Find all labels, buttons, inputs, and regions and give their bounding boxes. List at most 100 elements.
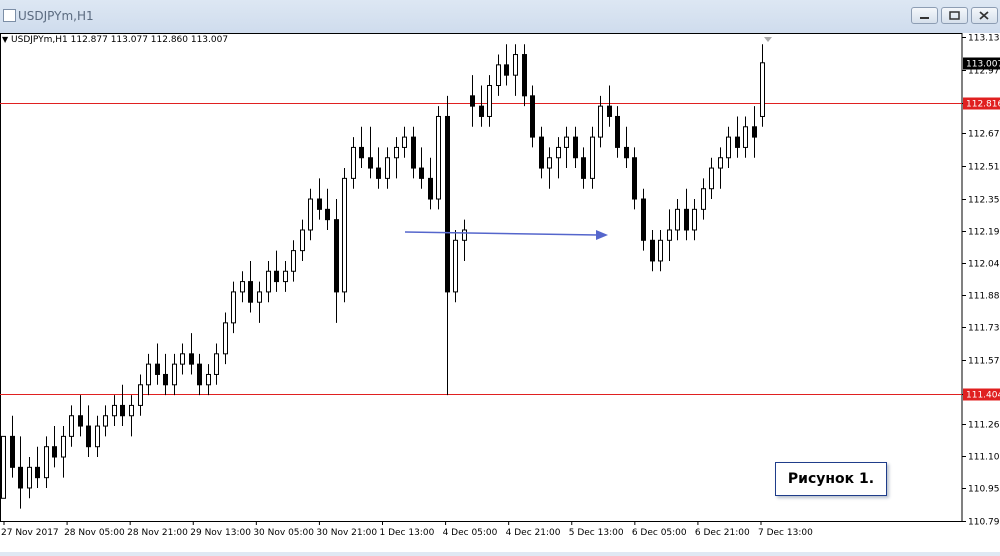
y-tick-label: 111.885 xyxy=(968,292,1000,302)
y-tick-label: 112.670 xyxy=(968,130,1000,140)
candle-bear xyxy=(35,466,40,479)
candle-bear xyxy=(684,208,689,231)
candle-bear xyxy=(197,363,202,386)
candle-bear xyxy=(10,435,15,468)
candle-bear xyxy=(376,167,381,179)
candle-bull xyxy=(547,157,552,169)
candle-bull xyxy=(44,446,49,479)
candle-bull xyxy=(214,353,219,375)
candle-bull xyxy=(385,157,390,179)
restore-button[interactable] xyxy=(941,7,968,24)
candle-bull xyxy=(394,146,399,159)
candle-bull xyxy=(223,322,228,355)
candle-bear xyxy=(470,95,475,107)
candle-bear xyxy=(504,64,509,76)
level-price-label: 112.816 xyxy=(966,100,1000,110)
candle-bull xyxy=(351,146,356,179)
candle-bull xyxy=(709,167,714,190)
x-tick-label: 4 Dec 21:00 xyxy=(506,528,561,538)
candle-bear xyxy=(479,105,484,117)
candle-bull xyxy=(61,435,66,458)
candle-bear xyxy=(735,136,740,148)
level-price-label: 111.404 xyxy=(966,391,1000,401)
chart-area[interactable]: 113.135112.975112.816112.670112.510112.3… xyxy=(0,33,1000,552)
y-tick-label: 113.135 xyxy=(968,34,1000,44)
figure-label-box: Рисунок 1. xyxy=(775,462,887,496)
candle-bull xyxy=(436,115,441,200)
candle-bull xyxy=(103,415,108,427)
candle-bull xyxy=(590,136,595,179)
candle-bull xyxy=(598,105,603,138)
y-tick-label: 112.195 xyxy=(968,228,1000,238)
candle-bull xyxy=(206,373,211,386)
x-tick-label: 1 Dec 13:00 xyxy=(380,528,435,538)
x-tick-label: 4 Dec 05:00 xyxy=(443,528,498,538)
candle-bear xyxy=(163,373,168,386)
dropdown-triangle-icon[interactable]: ▼ xyxy=(2,35,8,44)
candle-bear xyxy=(317,198,322,210)
x-tick-label: 28 Nov 21:00 xyxy=(127,528,188,538)
candle-bear xyxy=(120,404,125,417)
candle-bear xyxy=(650,239,655,262)
x-tick-label: 27 Nov 2017 xyxy=(1,528,59,538)
candle-bull xyxy=(453,239,458,293)
candle-bull xyxy=(129,404,134,417)
window-titlebar: USDJPYm,H1 xyxy=(0,0,1000,33)
candle-bull xyxy=(308,198,313,231)
candle-bull xyxy=(1,435,6,499)
candle-bear xyxy=(445,115,450,293)
candle-bull xyxy=(240,281,245,293)
candle-bull xyxy=(300,229,305,252)
window-title: USDJPYm,H1 xyxy=(18,9,94,23)
y-tick-label: 111.105 xyxy=(968,453,1000,463)
candle-bull xyxy=(726,136,731,159)
candle-bear xyxy=(632,157,637,200)
candle-bull xyxy=(743,126,748,148)
close-icon xyxy=(979,11,989,20)
minimize-icon xyxy=(920,17,929,19)
y-tick-label: 111.730 xyxy=(968,324,1000,334)
x-tick-label: 6 Dec 21:00 xyxy=(695,528,750,538)
close-button[interactable] xyxy=(971,7,998,24)
figure-label: Рисунок 1. xyxy=(787,471,875,487)
x-tick-label: 30 Nov 05:00 xyxy=(253,528,314,538)
candle-bull xyxy=(462,229,467,241)
candle-bull xyxy=(658,239,663,262)
minimize-button[interactable] xyxy=(911,7,938,24)
chart-header-text: USDJPYm,H1 112.877 113.077 112.860 113.0… xyxy=(11,35,229,45)
candle-bull xyxy=(487,85,492,117)
candle-bull xyxy=(69,415,74,437)
candle-bull xyxy=(513,54,518,76)
candle-bear xyxy=(607,105,612,117)
candle-bull xyxy=(675,208,680,231)
candle-bull xyxy=(291,250,296,272)
candle-bear xyxy=(78,415,83,427)
candle-bull xyxy=(138,384,143,406)
candle-bull xyxy=(172,363,177,386)
candle-bear xyxy=(530,95,535,138)
y-tick-label: 111.570 xyxy=(968,357,1000,367)
candle-bull xyxy=(283,270,288,283)
candle-bull xyxy=(402,136,407,148)
candle-bull xyxy=(266,270,271,293)
candle-bull xyxy=(27,466,32,489)
candle-bull xyxy=(231,291,236,324)
candle-bear xyxy=(334,219,339,293)
candle-bear xyxy=(419,167,424,179)
candle-bull xyxy=(556,146,561,159)
candle-bear xyxy=(428,177,433,200)
candle-bull xyxy=(112,404,117,417)
restore-icon xyxy=(949,11,960,20)
candle-bear xyxy=(189,353,194,365)
candle-bear xyxy=(752,126,757,138)
x-tick-label: 5 Dec 13:00 xyxy=(569,528,624,538)
candle-bull xyxy=(701,188,706,210)
candle-bear xyxy=(18,466,23,489)
candle-bear xyxy=(248,281,253,303)
x-tick-label: 29 Nov 13:00 xyxy=(190,528,251,538)
x-tick-label: 30 Nov 21:00 xyxy=(316,528,377,538)
x-tick-label: 28 Nov 05:00 xyxy=(64,528,125,538)
current-price-label: 113.007 xyxy=(966,60,1000,70)
candle-bull xyxy=(342,177,347,293)
candle-bear xyxy=(359,146,364,159)
